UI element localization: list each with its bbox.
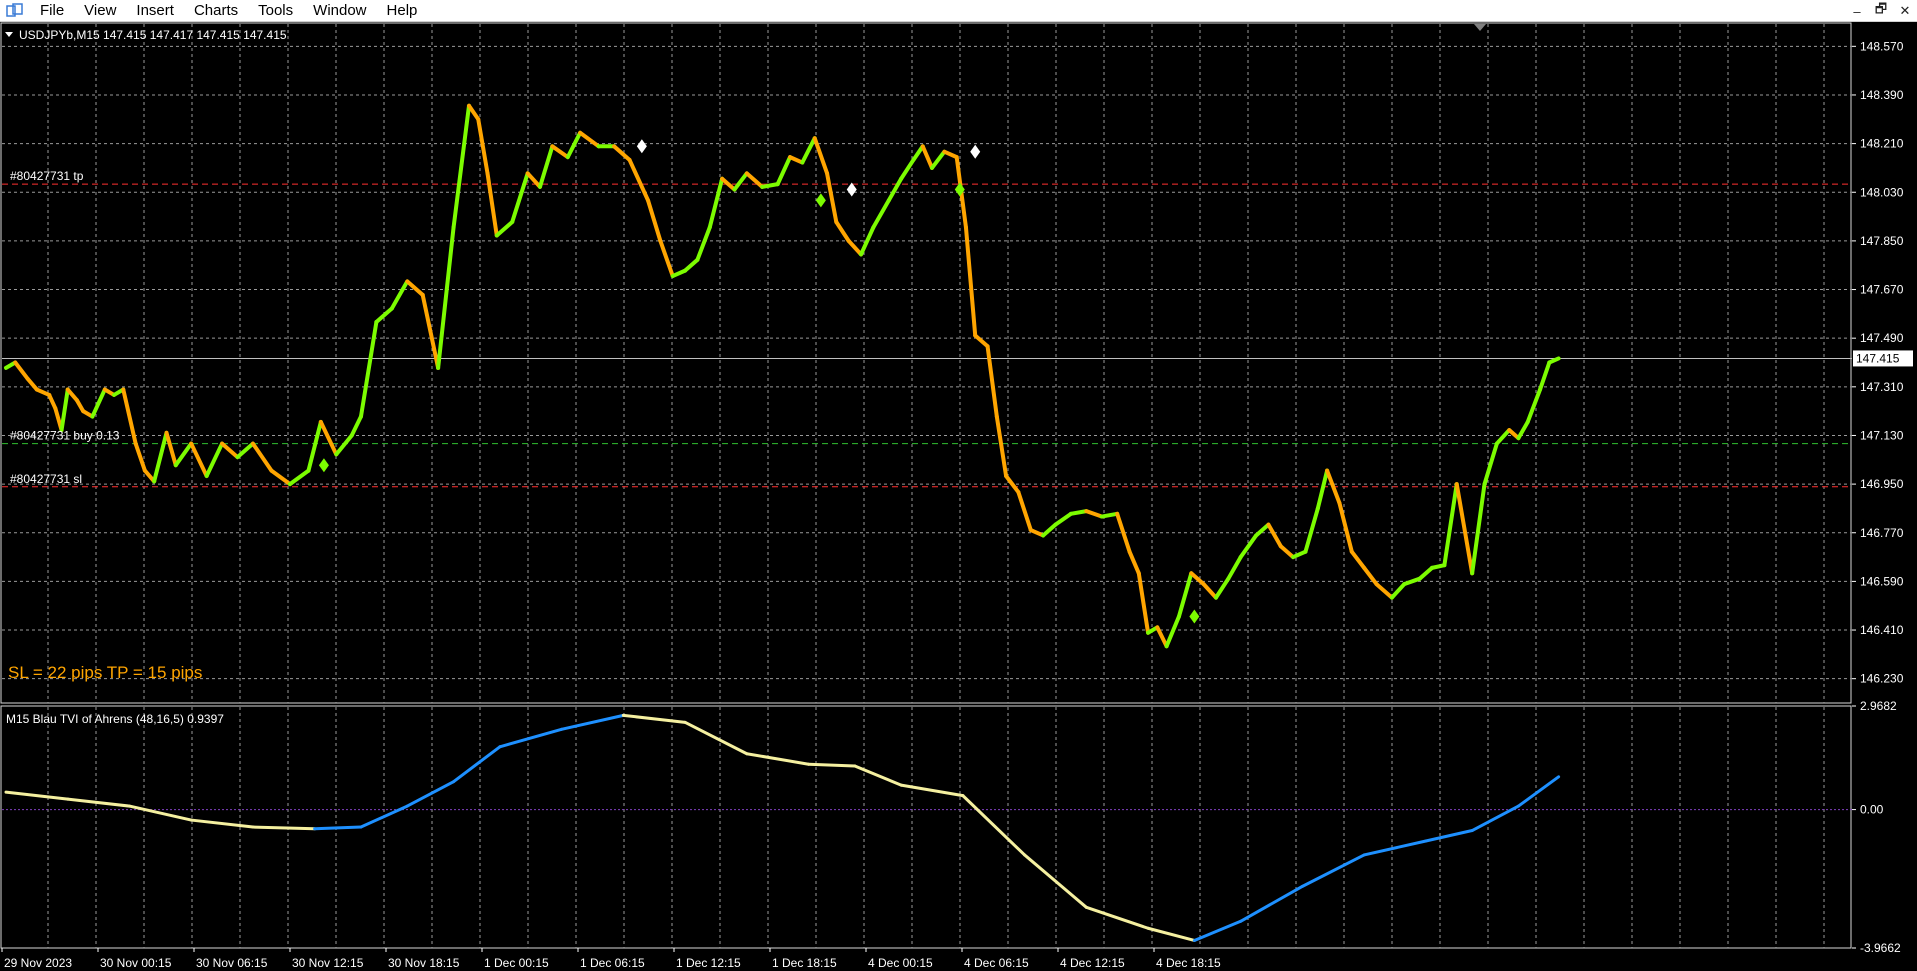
x-tick-label: 1 Dec 12:15 [676,956,741,970]
menu-view[interactable]: View [74,0,126,22]
window-controls: – 🗗 ✕ [1845,0,1917,22]
menu-window[interactable]: Window [303,0,376,22]
oscillator-line-segment [251,825,317,831]
restore-icon[interactable]: 🗗 [1869,0,1893,22]
y-tick-label: 146.410 [1860,623,1904,637]
x-tick-label: 4 Dec 00:15 [868,956,933,970]
sl-tp-annotation: SL = 22 pips TP = 15 pips [8,663,202,682]
y-tick-label: 147.130 [1860,428,1904,442]
app-icon [4,1,26,21]
x-tick-label: 1 Dec 06:15 [580,956,645,970]
x-tick-label: 1 Dec 00:15 [484,956,549,970]
minimize-icon[interactable]: – [1845,0,1869,22]
price-line-segment [1099,511,1120,519]
menu-tools[interactable]: Tools [248,0,303,22]
y-tick-label: 146.230 [1860,672,1904,686]
order-level-label: #80427731 buy 0.13 [10,429,120,443]
x-tick-label: 30 Nov 12:15 [292,956,364,970]
chart-title: USDJPYb,M15 147.415 147.417 147.415 147.… [19,28,287,42]
x-tick-label: 30 Nov 06:15 [196,956,268,970]
close-icon[interactable]: ✕ [1893,0,1917,22]
menu-file[interactable]: File [30,0,74,22]
y-tick-label: 148.210 [1860,137,1904,151]
y-tick-label: 147.490 [1860,331,1904,345]
oscillator-line-segment [313,825,363,831]
y-tick-label: 148.390 [1860,88,1904,102]
y-tick-label: 146.770 [1860,526,1904,540]
x-tick-label: 30 Nov 18:15 [388,956,460,970]
menu-insert[interactable]: Insert [126,0,184,22]
x-tick-label: 4 Dec 18:15 [1156,956,1221,970]
y-tick-label: 148.030 [1860,185,1904,199]
price-line-segment [1068,509,1089,516]
order-level-label: #80427731 tp [10,169,84,183]
oscillator-y-tick-label: 0.00 [1860,803,1884,817]
x-tick-label: 1 Dec 18:15 [772,956,837,970]
oscillator-title: M15 Blau TVI of Ahrens (48,16,5) 0.9397 [6,712,224,726]
chart-area[interactable]: 148.570 148.390 148.210 148.030 147.850 147.6… [0,22,1917,971]
x-tick-label: 29 Nov 2023 [4,956,72,970]
y-tick-label: 147.310 [1860,380,1904,394]
x-tick-label: 4 Dec 12:15 [1060,956,1125,970]
y-tick-label: 148.570 [1860,39,1904,53]
oscillator-y-tick-label: -3.9662 [1860,941,1901,955]
current-price-label: 147.415 [1856,351,1900,365]
order-level-label: #80427731 sl [10,472,82,486]
oscillator-line-segment [807,762,857,768]
menu-bar: File View Insert Charts Tools Window Hel… [0,0,1917,22]
menu-charts[interactable]: Charts [184,0,248,22]
y-tick-label: 147.850 [1860,234,1904,248]
x-tick-label: 30 Nov 00:15 [100,956,172,970]
oscillator-y-tick-label: 2.9682 [1860,699,1897,713]
y-tick-label: 146.590 [1860,574,1904,588]
y-tick-label: 147.670 [1860,283,1904,297]
menu-help[interactable]: Help [377,0,428,22]
x-tick-label: 4 Dec 06:15 [964,956,1029,970]
y-tick-label: 146.950 [1860,477,1904,491]
price-line-segment [760,182,780,189]
